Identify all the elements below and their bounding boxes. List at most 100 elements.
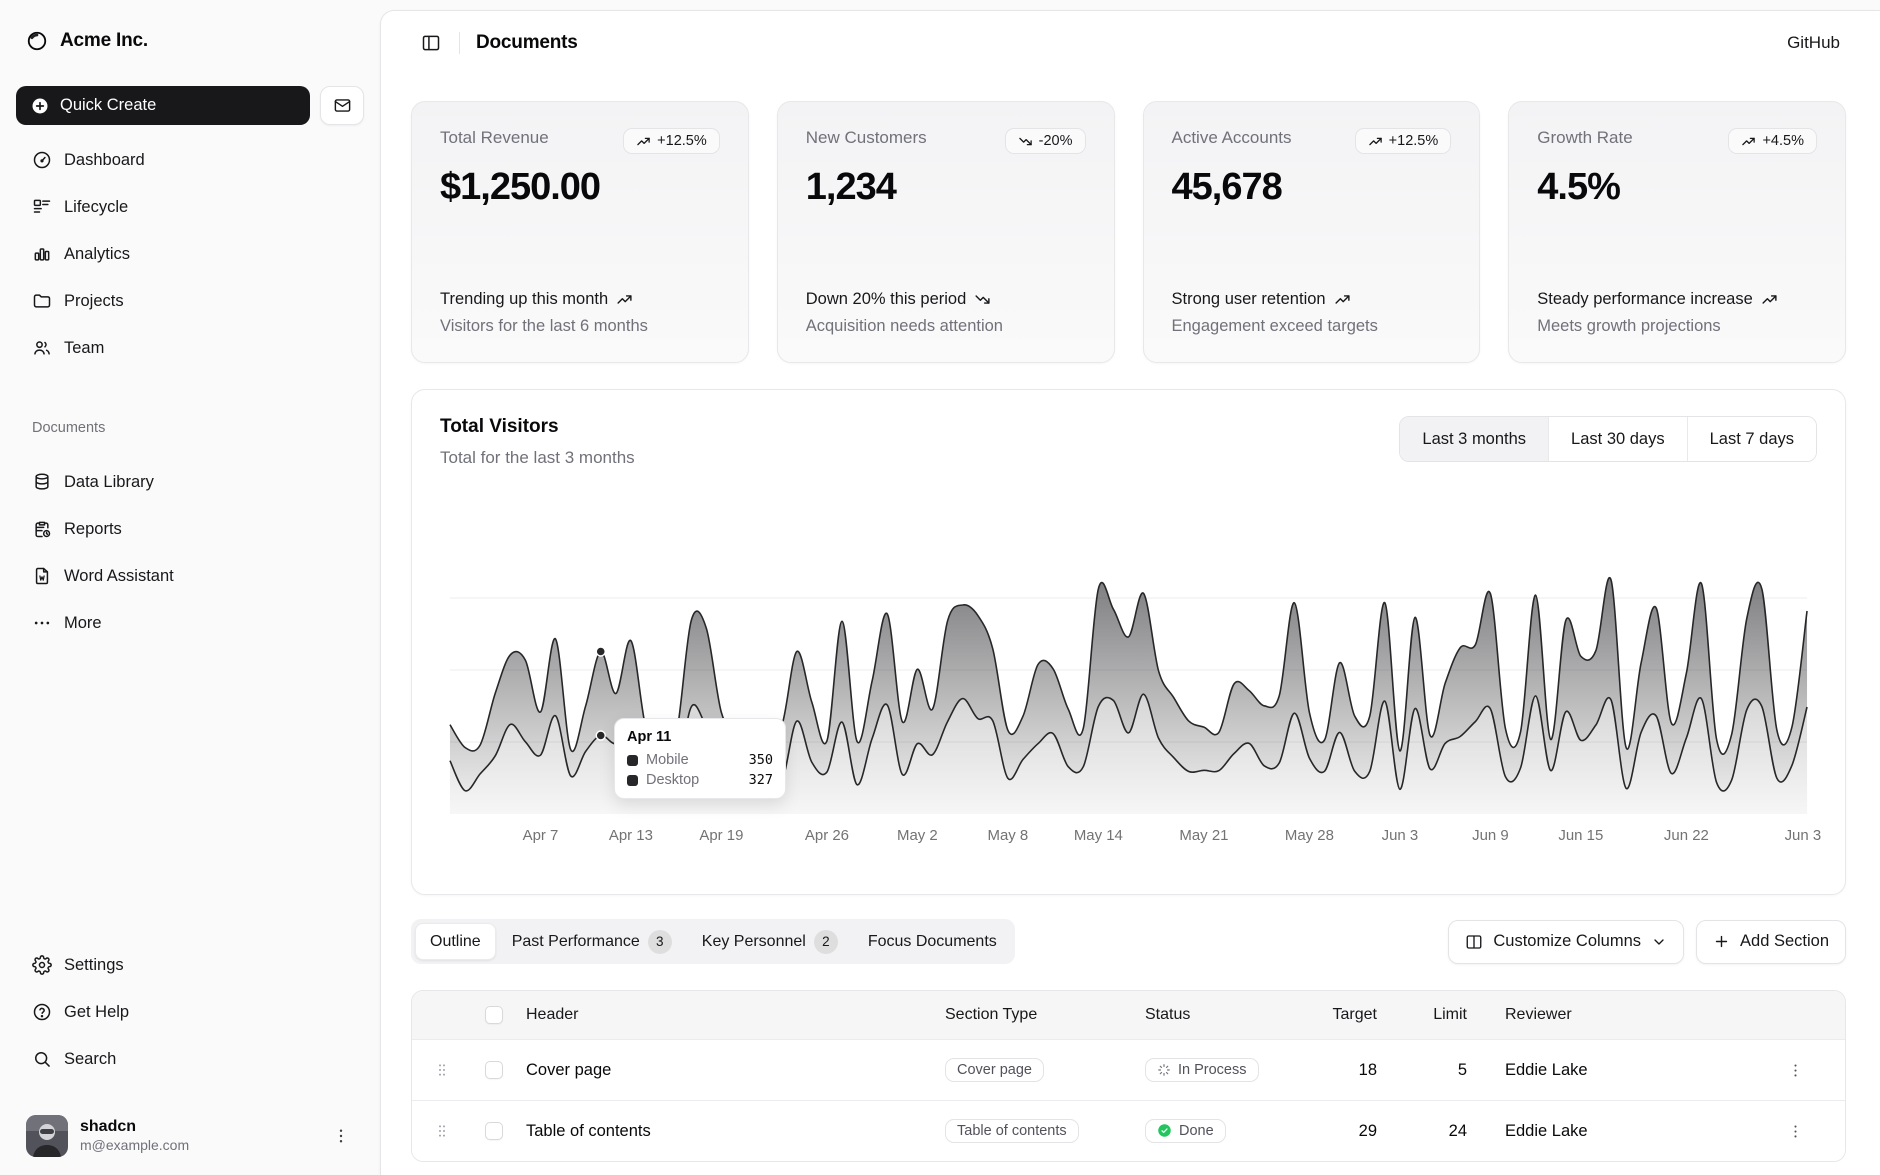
sidebar-item-get-help[interactable]: Get Help	[16, 993, 364, 1031]
trending-up-icon	[1761, 288, 1778, 308]
trend-badge: -20%	[1005, 128, 1086, 154]
range-last-3-months[interactable]: Last 3 months	[1400, 417, 1548, 461]
ellipsis-icon	[32, 613, 52, 633]
sidebar-item-analytics[interactable]: Analytics	[16, 235, 364, 273]
topbar-divider	[459, 32, 460, 54]
sidebar-item-word-assistant[interactable]: Word Assistant	[16, 557, 364, 595]
user-email: m@example.com	[80, 1137, 316, 1155]
customize-columns-button[interactable]: Customize Columns	[1448, 920, 1684, 964]
sidebar-item-settings[interactable]: Settings	[16, 946, 364, 984]
chart-title: Total Visitors	[440, 416, 559, 438]
check-circle-icon	[1157, 1123, 1172, 1138]
topbar: Documents GitHub	[381, 11, 1880, 75]
quick-create-button[interactable]: Quick Create	[16, 86, 310, 125]
target-cell[interactable]: 18	[1295, 1061, 1405, 1080]
user-menu-ellipsis-icon[interactable]	[328, 1123, 354, 1149]
list-details-icon	[32, 197, 52, 217]
tab-key-personnel[interactable]: Key Personnel 2	[688, 923, 852, 960]
row-actions-ellipsis-icon[interactable]	[1755, 1062, 1835, 1079]
col-status: Status	[1135, 1006, 1295, 1024]
trending-up-icon	[1334, 288, 1351, 308]
folder-icon	[32, 291, 52, 311]
row-checkbox[interactable]	[485, 1122, 503, 1140]
stat-card-active-accounts: Active Accounts +12.5% 45,678 Strong use…	[1143, 101, 1481, 363]
visitors-area-chart[interactable]: Apr 7Apr 13Apr 19Apr 26May 2May 8May 14M…	[436, 522, 1821, 858]
trending-down-icon	[974, 288, 991, 308]
range-last-30-days[interactable]: Last 30 days	[1548, 417, 1687, 461]
table-row: Table of contents Table of contents Done…	[412, 1100, 1845, 1161]
limit-cell[interactable]: 24	[1405, 1122, 1495, 1141]
sidebar-item-projects[interactable]: Projects	[16, 282, 364, 320]
chart-subtitle: Total for the last 3 months	[440, 448, 635, 468]
table-header-row: Header Section Type Status Target Limit …	[412, 991, 1845, 1039]
sidebar-item-reports[interactable]: Reports	[16, 510, 364, 548]
svg-text:Jun 3: Jun 3	[1382, 827, 1419, 844]
drag-handle-icon[interactable]	[422, 1123, 462, 1139]
row-checkbox[interactable]	[485, 1061, 503, 1079]
row-header-cell[interactable]: Table of contents	[516, 1122, 935, 1141]
user-name: shadcn	[80, 1117, 316, 1137]
mobile-series-swatch	[627, 755, 638, 766]
chart-plot-area[interactable]: Apr 7Apr 13Apr 19Apr 26May 2May 8May 14M…	[436, 522, 1821, 858]
svg-text:Apr 13: Apr 13	[609, 827, 653, 844]
chevron-down-icon	[1651, 934, 1667, 950]
row-header-cell[interactable]: Cover page	[516, 1061, 935, 1080]
stat-value: $1,250.00	[440, 166, 720, 209]
section-type-badge: Cover page	[945, 1058, 1044, 1082]
svg-text:Apr 19: Apr 19	[699, 827, 743, 844]
target-cell[interactable]: 29	[1295, 1122, 1405, 1141]
range-last-7-days[interactable]: Last 7 days	[1687, 417, 1816, 461]
tab-focus-documents[interactable]: Focus Documents	[854, 923, 1011, 960]
range-toggle-group: Last 3 months Last 30 days Last 7 days	[1399, 416, 1817, 462]
mail-icon	[333, 96, 352, 115]
sidebar-item-team[interactable]: Team	[16, 329, 364, 367]
svg-text:May 14: May 14	[1074, 827, 1123, 844]
reviewer-cell[interactable]: Eddie Lake	[1495, 1061, 1745, 1080]
sidebar-item-search[interactable]: Search	[16, 1040, 364, 1078]
trending-up-icon	[1741, 134, 1756, 149]
gauge-icon	[32, 150, 52, 170]
trend-badge: +12.5%	[1355, 128, 1452, 154]
trending-up-icon	[636, 134, 651, 149]
col-target: Target	[1295, 1006, 1405, 1024]
main-panel: Documents GitHub Total Revenue +12.5% $1…	[380, 10, 1880, 1175]
plus-circle-icon	[30, 96, 50, 116]
row-actions-ellipsis-icon[interactable]	[1755, 1123, 1835, 1140]
brand[interactable]: Acme Inc.	[16, 22, 364, 60]
chart-tooltip: Apr 11 Mobile 350 Desktop 327	[614, 718, 786, 799]
panel-left-icon	[421, 33, 441, 53]
sidebar-toggle-button[interactable]	[415, 27, 447, 59]
stat-card-growth-rate: Growth Rate +4.5% 4.5% Steady performanc…	[1508, 101, 1846, 363]
trending-down-icon	[1018, 134, 1033, 149]
stat-cards: Total Revenue +12.5% $1,250.00 Trending …	[381, 75, 1880, 363]
status-badge: In Process	[1145, 1058, 1259, 1082]
mail-button[interactable]	[320, 86, 364, 125]
sidebar-item-data-library[interactable]: Data Library	[16, 463, 364, 501]
tab-outline[interactable]: Outline	[415, 923, 496, 960]
stat-card-total-revenue: Total Revenue +12.5% $1,250.00 Trending …	[411, 101, 749, 363]
loader-icon	[1157, 1063, 1171, 1077]
svg-text:Jun 9: Jun 9	[1472, 827, 1509, 844]
svg-text:Apr 7: Apr 7	[523, 827, 559, 844]
table-toolbar: Outline Past Performance 3 Key Personnel…	[411, 919, 1846, 964]
svg-text:Jun 15: Jun 15	[1558, 827, 1603, 844]
select-all-checkbox[interactable]	[485, 1006, 503, 1024]
gear-icon	[32, 955, 52, 975]
tab-past-performance[interactable]: Past Performance 3	[498, 923, 686, 960]
sidebar-item-lifecycle[interactable]: Lifecycle	[16, 188, 364, 226]
drag-handle-icon[interactable]	[422, 1062, 462, 1078]
section-type-badge: Table of contents	[945, 1119, 1079, 1143]
add-section-button[interactable]: Add Section	[1696, 920, 1846, 964]
stat-card-new-customers: New Customers -20% 1,234 Down 20% this p…	[777, 101, 1115, 363]
svg-text:May 8: May 8	[988, 827, 1029, 844]
clipboard-icon	[32, 519, 52, 539]
user-menu[interactable]: shadcn m@example.com	[16, 1109, 364, 1157]
sidebar-item-more[interactable]: More	[16, 604, 364, 642]
sections-table: Header Section Type Status Target Limit …	[411, 990, 1846, 1162]
limit-cell[interactable]: 5	[1405, 1061, 1495, 1080]
reviewer-cell[interactable]: Eddie Lake	[1495, 1122, 1745, 1141]
sidebar-main-nav: Dashboard Lifecycle Analytics Projects T…	[16, 141, 364, 376]
sidebar-section-documents: Documents	[16, 420, 364, 436]
github-link[interactable]: GitHub	[1787, 33, 1840, 53]
sidebar-item-dashboard[interactable]: Dashboard	[16, 141, 364, 179]
